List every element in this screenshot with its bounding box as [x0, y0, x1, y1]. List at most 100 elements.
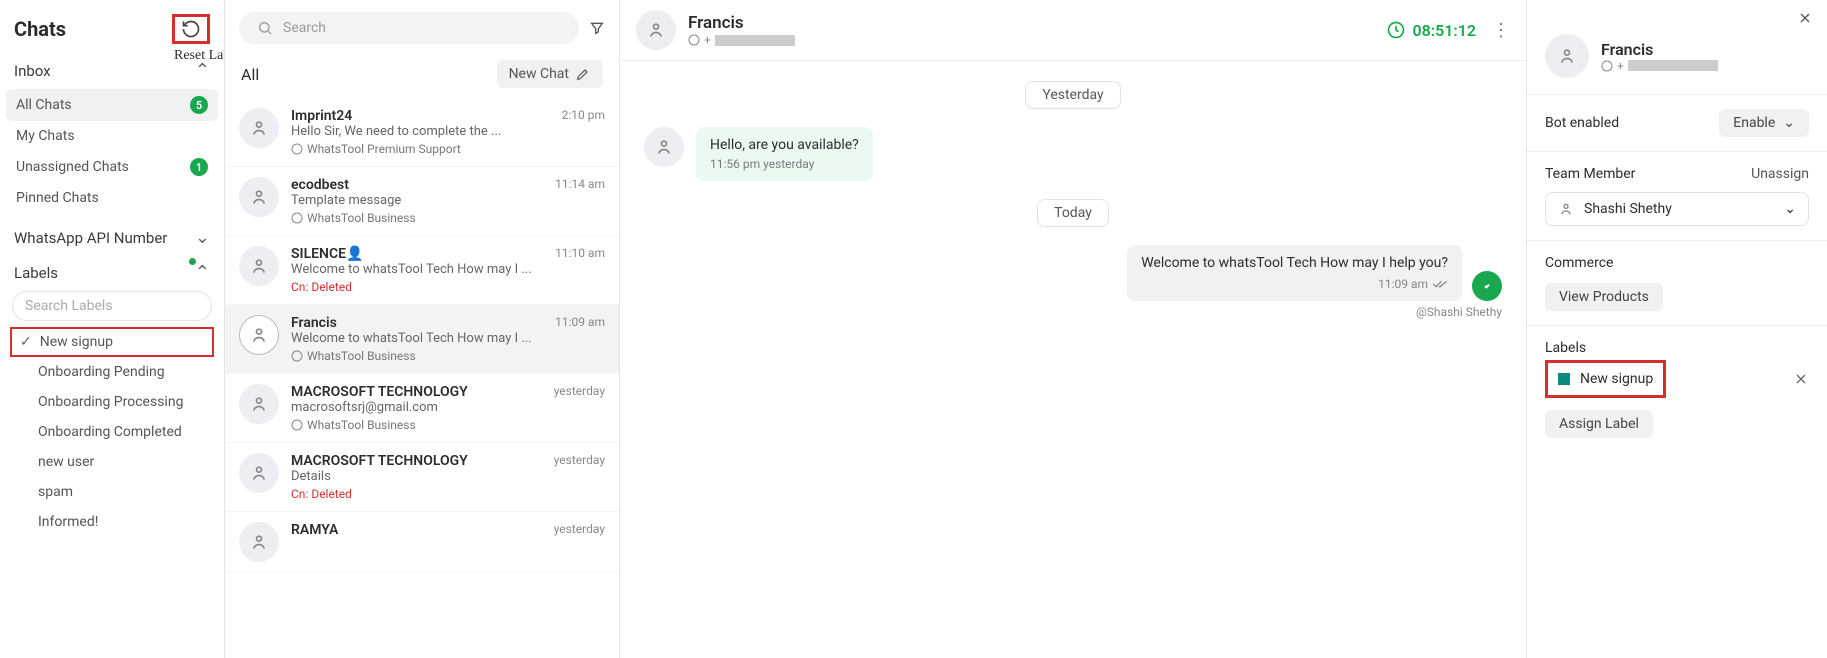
label-item-new-signup[interactable]: ✓ New signup: [10, 327, 214, 357]
team-label: Team Member: [1545, 166, 1635, 182]
chat-row[interactable]: MACROSOFT TECHNOLOGYDetailsCn: Deletedye…: [225, 443, 619, 512]
search-placeholder: Search: [283, 20, 326, 36]
api-number-label: WhatsApp API Number: [14, 229, 167, 247]
check-icon: ✓: [20, 334, 32, 350]
conversation-column: Francis + 08:51:12 ⋮ Yesterday Hello,: [620, 0, 1527, 658]
chat-tag: WhatsTool Business: [291, 349, 543, 363]
avatar: [239, 315, 279, 355]
filter-icon: [589, 20, 605, 36]
label-item[interactable]: Onboarding Processing: [10, 387, 214, 417]
person-icon: [249, 325, 269, 345]
person-icon: [654, 137, 674, 157]
count-badge: 1: [190, 158, 208, 176]
chat-row[interactable]: SILENCE👤Welcome to whatsTool Tech How ma…: [225, 236, 619, 305]
team-member-name: Shashi Shethy: [1584, 201, 1672, 217]
chat-time: 11:14 am: [555, 177, 605, 225]
sidebar-item-all-chats[interactable]: All Chats 5: [6, 89, 218, 121]
person-icon: [249, 463, 269, 483]
chat-row[interactable]: RAMYAyesterday: [225, 512, 619, 573]
label-chip[interactable]: New signup: [1545, 360, 1666, 398]
api-number-header[interactable]: WhatsApp API Number ⌄: [0, 217, 224, 252]
avatar: [1545, 34, 1589, 78]
chat-tag: Cn: Deleted: [291, 280, 543, 294]
chat-time: 11:09 am: [555, 315, 605, 363]
chat-time: yesterday: [554, 453, 605, 501]
sidebar-item-unassigned[interactable]: Unassigned Chats 1: [6, 151, 218, 183]
person-icon: [1557, 46, 1577, 66]
labels-header[interactable]: Labels ⌃: [0, 252, 224, 287]
chevron-up-icon: ⌃: [195, 262, 210, 283]
chat-tag: WhatsTool Premium Support: [291, 142, 550, 156]
close-icon: [1797, 10, 1813, 26]
bot-enable-select[interactable]: Enable ⌄: [1719, 109, 1809, 137]
phone-prefix: +: [704, 33, 711, 47]
chat-name: Imprint24: [291, 108, 550, 124]
avatar: [239, 246, 279, 286]
contact-name: Francis: [1601, 40, 1718, 59]
avatar: [636, 10, 676, 50]
phone-redacted: [715, 35, 795, 46]
reset-label-filter-button[interactable]: [172, 14, 210, 44]
inbox-label: Inbox: [14, 62, 51, 80]
label-text: New signup: [40, 334, 113, 350]
outbound-message[interactable]: Welcome to whatsTool Tech How may I help…: [1127, 245, 1462, 301]
label-item[interactable]: Informed!: [10, 507, 214, 537]
chat-tag: WhatsTool Business: [291, 418, 542, 432]
chat-row[interactable]: ecodbestTemplate messageWhatsTool Busine…: [225, 167, 619, 236]
chat-name: ecodbest: [291, 177, 543, 193]
chevron-down-icon: ⌄: [1783, 115, 1795, 131]
pencil-icon: [575, 66, 591, 82]
chat-time: yesterday: [554, 384, 605, 432]
team-member-select[interactable]: Shashi Shethy ⌄: [1545, 192, 1809, 226]
assign-label-button[interactable]: Assign Label: [1545, 410, 1653, 438]
chat-preview: Hello Sir, We need to complete the ...: [291, 124, 550, 139]
chat-name: MACROSOFT TECHNOLOGY: [291, 384, 542, 400]
sidebar-item-label: Pinned Chats: [16, 190, 99, 206]
view-products-button[interactable]: View Products: [1545, 283, 1663, 311]
sidebar-item-pinned[interactable]: Pinned Chats: [6, 183, 218, 213]
chat-preview: Welcome to whatsTool Tech How may I ...: [291, 262, 543, 277]
label-item[interactable]: Onboarding Completed: [10, 417, 214, 447]
close-button[interactable]: [1797, 10, 1813, 26]
label-item[interactable]: Onboarding Pending: [10, 357, 214, 387]
sidebar-item-my-chats[interactable]: My Chats: [6, 121, 218, 151]
sender-avatar: [1472, 271, 1502, 301]
person-icon: [1558, 201, 1574, 217]
whatsapp-icon: [291, 212, 303, 224]
remove-label-button[interactable]: [1793, 371, 1809, 387]
search-icon: [257, 20, 273, 36]
page-title: Chats: [14, 17, 66, 41]
labels-search-input[interactable]: Search Labels: [12, 291, 212, 321]
more-button[interactable]: ⋮: [1492, 20, 1510, 41]
chat-row[interactable]: Imprint24Hello Sir, We need to complete …: [225, 98, 619, 167]
filter-button[interactable]: [589, 20, 605, 36]
search-input[interactable]: Search: [239, 12, 579, 44]
chevron-down-icon: ⌄: [1784, 201, 1796, 217]
chat-name: RAMYA: [291, 522, 542, 538]
label-color-swatch: [1558, 373, 1570, 385]
chat-row[interactable]: FrancisWelcome to whatsTool Tech How may…: [225, 305, 619, 374]
new-chat-button[interactable]: New Chat: [497, 60, 603, 88]
day-separator: Yesterday: [1025, 81, 1120, 109]
chat-row[interactable]: MACROSOFT TECHNOLOGYmacrosoftsrj@gmail.c…: [225, 374, 619, 443]
whatsapp-icon: [291, 350, 303, 362]
person-icon: [249, 532, 269, 552]
double-check-icon: [1432, 278, 1448, 290]
avatar: [239, 384, 279, 424]
session-timer: 08:51:12: [1386, 20, 1476, 40]
timer-value: 08:51:12: [1412, 21, 1476, 40]
contact-phone: +: [688, 33, 795, 47]
person-icon: [249, 256, 269, 276]
inbound-message[interactable]: Hello, are you available? 11:56 pm yeste…: [696, 127, 873, 181]
label-item[interactable]: new user: [10, 447, 214, 477]
label-item[interactable]: spam: [10, 477, 214, 507]
message-text: Hello, are you available?: [710, 137, 859, 153]
unassign-button[interactable]: Unassign: [1751, 166, 1809, 182]
whatsapp-icon: [688, 34, 700, 46]
whatsapp-icon: [1601, 60, 1613, 72]
avatar: [239, 453, 279, 493]
chat-list-column: Search All New Chat Imprint24Hello Sir, …: [225, 0, 620, 658]
filter-all[interactable]: All: [241, 65, 259, 84]
sidebar-item-label: My Chats: [16, 128, 75, 144]
sidebar-item-label: All Chats: [16, 97, 72, 113]
